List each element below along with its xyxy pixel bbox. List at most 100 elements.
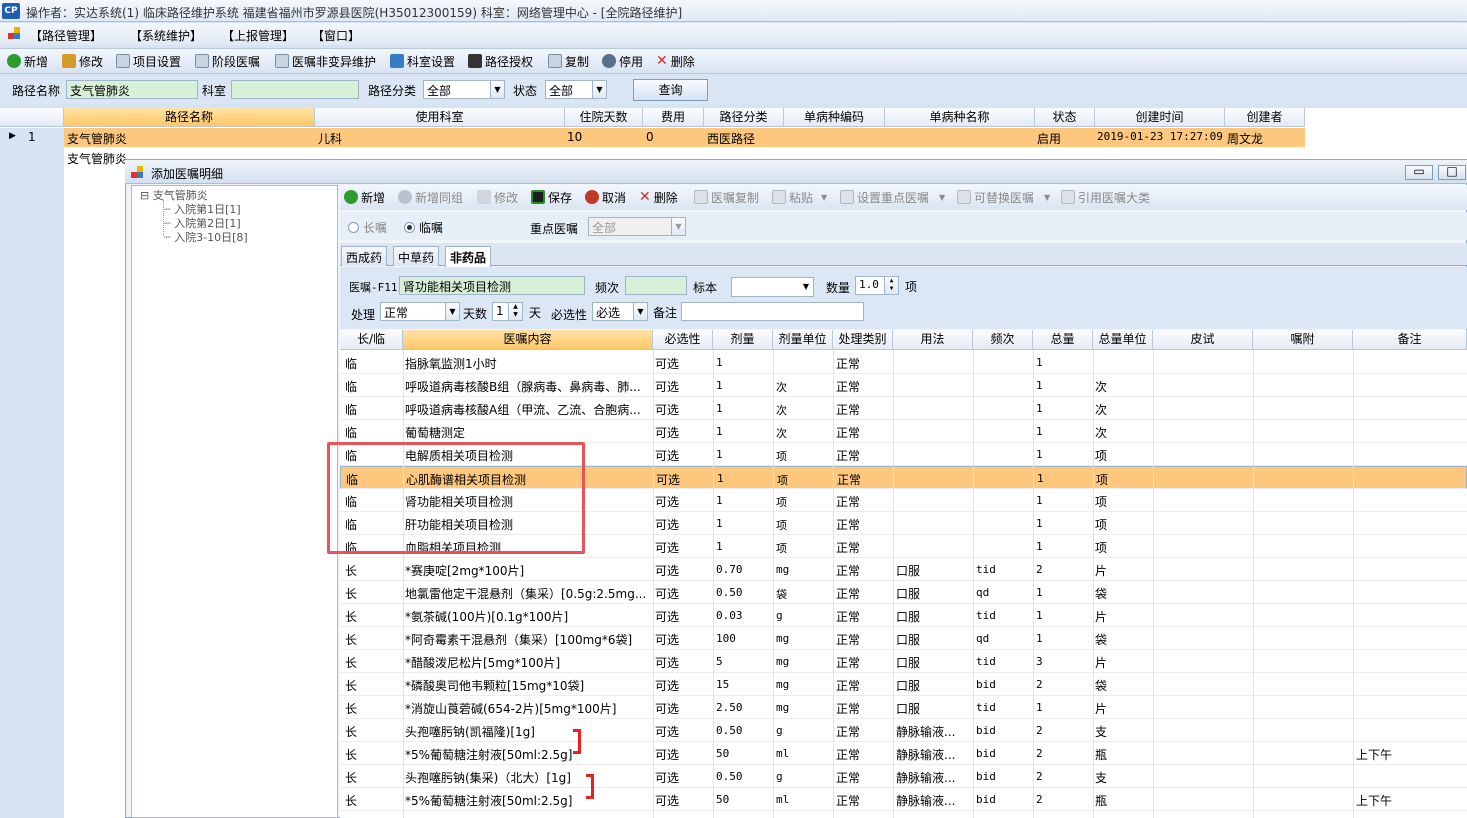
table-row[interactable]: ▶ 1 支气管肺炎 儿科 10 0 西医路径 启用 2019-01-23 17:… (0, 128, 1305, 147)
menu-system-maintenance[interactable]: 【系统维护】 (130, 27, 202, 44)
tab-western-medicine[interactable]: 西成药 (341, 246, 388, 266)
order-type-bar (340, 212, 1467, 240)
col-usage[interactable]: 用法 (893, 330, 973, 350)
order-nonvariation-button[interactable]: 医嘱非变异维护 (275, 52, 376, 70)
dlg-edit-button[interactable]: 修改 (477, 189, 518, 205)
menu-path-management[interactable]: 【路径管理】 (30, 27, 102, 44)
order-row[interactable]: 长 *消旋山莨菪碱(654-2片)[5mg*100片] 可选 2.50 mg 正常 口服 ti… (340, 696, 1467, 719)
dlg-add-button[interactable]: 新增 (344, 189, 385, 205)
col-days[interactable]: 住院天数 (565, 108, 643, 127)
cell-total-unit: 支 (1095, 771, 1108, 785)
col-disease-code[interactable]: 单病种编码 (784, 108, 885, 127)
note-input[interactable] (681, 302, 864, 321)
query-button[interactable]: 查询 (633, 79, 708, 101)
disable-button[interactable]: 停用 (602, 52, 643, 70)
order-row[interactable]: 长 *氨茶碱(100片)[0.1g*100片] 可选 0.03 g 正常 口服 tid 1 片 (340, 604, 1467, 627)
cell-process-type: 正常 (836, 587, 861, 601)
col-created[interactable]: 创建时间 (1095, 108, 1225, 127)
copy-button[interactable]: 复制 (548, 52, 589, 70)
add-button[interactable]: 新增 (7, 52, 48, 70)
dlg-add-group-button[interactable]: 新增同组 (398, 189, 463, 205)
frequency-input[interactable] (625, 276, 687, 295)
col-path-name[interactable]: 路径名称 (64, 108, 315, 127)
dlg-copy-order-button[interactable]: 医嘱复制 (694, 189, 759, 205)
dept-settings-button[interactable]: 科室设置 (390, 52, 455, 70)
order-row[interactable]: 长 *5%葡萄糖注射液[50ml:2.5g] 可选 50 ml 正常 静脉输液... bid 2… (340, 742, 1467, 765)
path-authorize-button[interactable]: 路径授权 (468, 52, 533, 70)
tab-non-drug[interactable]: 非药品 (445, 246, 492, 267)
row-header-corner (0, 108, 64, 127)
col-dose-unit[interactable]: 剂量单位 (773, 330, 833, 350)
menu-window[interactable]: 【窗口】 (312, 27, 360, 44)
cell-long-temp: 长 (345, 771, 358, 785)
stage-orders-button[interactable]: 阶段医嘱 (195, 52, 260, 70)
cell-usage: 静脉输液... (896, 725, 956, 739)
cell-dose-unit: 项 (776, 496, 787, 509)
cell-dose-unit: mg (776, 701, 790, 714)
order-row[interactable]: 临 葡萄糖测定 可选 1 次 正常 1 次 (340, 420, 1467, 443)
order-row[interactable]: 长 地氯雷他定干混悬剂（集采）[0.5g:2.5mg... 可选 0.50 袋 正常 口服 q… (340, 581, 1467, 604)
dlg-set-key-order-button[interactable]: 设置重点医嘱 ▼ (840, 189, 945, 205)
minimize-button[interactable]: ▭ (1405, 165, 1433, 180)
radio-long-order[interactable]: 长嘱 (348, 219, 387, 236)
col-instruction[interactable]: 嘱附 (1253, 330, 1353, 350)
order-row[interactable]: 临 指脉氧监测1小时 可选 1 正常 1 (340, 351, 1467, 374)
col-category[interactable]: 路径分类 (704, 108, 784, 127)
order-row[interactable]: 长 *阿奇霉素干混悬剂（集采）[100mg*6袋] 可选 100 mg 正常 口服 qd 1 袋 (340, 627, 1467, 650)
col-dept[interactable]: 使用科室 (315, 108, 565, 127)
col-cost[interactable]: 费用 (643, 108, 704, 127)
tab-herbal-medicine[interactable]: 中草药 (393, 246, 440, 266)
dlg-paste-button[interactable]: 粘贴 ▼ (772, 189, 827, 205)
order-row[interactable]: 长 *5%葡萄糖注射液[50ml:2.5g] 可选 50 ml 正常 静脉输液... bid 2… (340, 788, 1467, 811)
key-order-select[interactable]: 全部 ▼ (588, 217, 686, 236)
radio-temp-order[interactable]: 临嘱 (404, 219, 443, 236)
col-remark[interactable]: 备注 (1353, 330, 1467, 350)
item-settings-button[interactable]: 项目设置 (116, 52, 181, 70)
order-row[interactable]: 临 呼吸道病毒核酸B组（腺病毒、鼻病毒、肺... 可选 1 次 正常 1 次 (340, 374, 1467, 397)
order-row[interactable]: 临 呼吸道病毒核酸A组（甲流、乙流、合胞病... 可选 1 次 正常 1 次 (340, 397, 1467, 420)
col-total-unit[interactable]: 总量单位 (1093, 330, 1153, 350)
order-row[interactable]: 长 头孢噻肟钠(集采)（北大）[1g] 可选 0.50 g 正常 静脉输液... bid 2 支 (340, 765, 1467, 788)
col-process-type[interactable]: 处理类别 (833, 330, 893, 350)
order-row[interactable]: 长 头孢噻肟钠(凯福隆)[1g] 可选 0.50 g 正常 静脉输液... bid 2 支 (340, 719, 1467, 742)
dept-input[interactable] (231, 80, 359, 99)
order-row[interactable]: 长 *磷酸奥司他韦颗粒[15mg*10袋] 可选 15 mg 正常 口服 bid 2 袋 (340, 673, 1467, 696)
col-disease-name[interactable]: 单病种名称 (885, 108, 1035, 127)
dlg-delete-button[interactable]: ✕ 删除 (639, 189, 678, 205)
dlg-save-button[interactable]: 保存 (531, 189, 572, 205)
delete-button[interactable]: ✕ 删除 (656, 52, 695, 70)
col-long-temp[interactable]: 长/临 (340, 330, 403, 350)
window-menu-icon[interactable] (8, 27, 21, 40)
status-select[interactable]: 全部 ▼ (545, 80, 607, 99)
col-dose[interactable]: 剂量 (713, 330, 773, 350)
edit-button[interactable]: 修改 (62, 52, 103, 70)
col-status[interactable]: 状态 (1035, 108, 1095, 127)
col-skin-test[interactable]: 皮试 (1153, 330, 1253, 350)
order-input[interactable]: 肾功能相关项目检测 (399, 276, 585, 295)
specimen-select[interactable]: ▼ (731, 277, 814, 297)
col-required[interactable]: 必选性 (653, 330, 713, 350)
cell-order-content: 地氯雷他定干混悬剂（集采）[0.5g:2.5mg... (405, 587, 647, 601)
path-name-input[interactable]: 支气管肺炎 (66, 80, 198, 99)
order-row[interactable]: 长 *赛庚啶[2mg*100片] 可选 0.70 mg 正常 口服 tid 2 片 (340, 558, 1467, 581)
maximize-button[interactable]: □ (1438, 165, 1466, 180)
dlg-replaceable-order-button[interactable]: 可替换医嘱 ▼ (957, 189, 1050, 205)
category-select[interactable]: 全部 ▼ (423, 80, 505, 99)
required-select[interactable]: 必选 ▼ (592, 302, 648, 321)
days-stepper[interactable]: 1 ▲ ▼ (492, 302, 523, 321)
cell-frequency: bid (976, 747, 996, 760)
order-row[interactable]: 长 *醋酸泼尼松片[5mg*100片] 可选 5 mg 正常 口服 tid 3 片 (340, 650, 1467, 673)
tree-node-day3-10[interactable]: ┈ 入院3-10日[8] (164, 229, 248, 245)
cell-dose: 1 (717, 472, 724, 485)
col-frequency[interactable]: 频次 (973, 330, 1033, 350)
process-select[interactable]: 正常 ▼ (380, 302, 460, 321)
dlg-cancel-button[interactable]: 取消 (585, 189, 626, 205)
col-total[interactable]: 总量 (1033, 330, 1093, 350)
quantity-stepper[interactable]: 1.0 ▲ ▼ (855, 276, 899, 295)
dlg-ref-category-button[interactable]: 引用医嘱大类 (1061, 189, 1150, 205)
menu-report-management[interactable]: 【上报管理】 (222, 27, 294, 44)
col-order-content[interactable]: 医嘱内容 (403, 330, 653, 350)
cell-dose: 0.50 (716, 724, 743, 737)
cell-frequency: bid (976, 793, 996, 806)
col-creator[interactable]: 创建者 (1225, 108, 1305, 127)
